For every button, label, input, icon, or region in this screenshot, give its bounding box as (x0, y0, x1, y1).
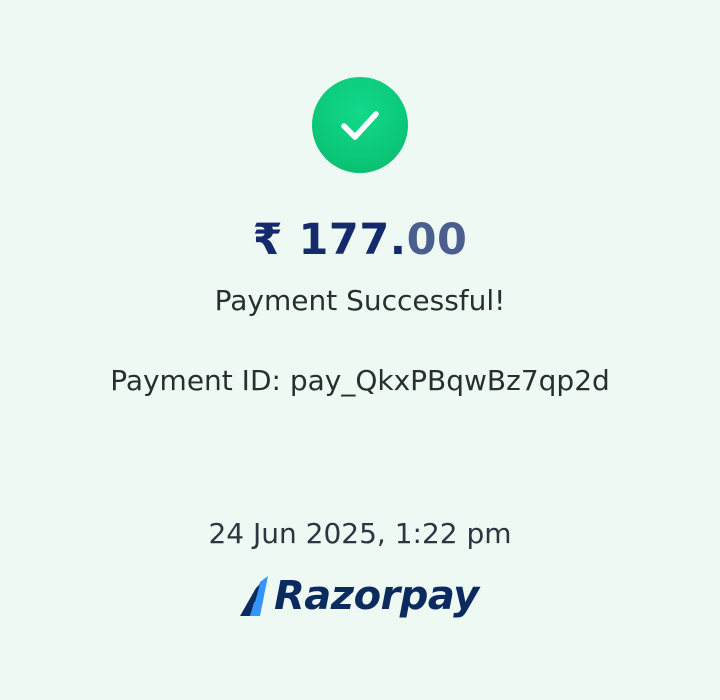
amount-whole: 177. (298, 215, 407, 265)
razorpay-logo-icon (240, 576, 268, 616)
payment-id-text: Payment ID: pay_QkxPBqwBz7qp2d (110, 364, 610, 397)
payment-success-screen: ₹ 177.00 Payment Successful! Payment ID:… (0, 0, 720, 700)
currency-symbol: ₹ (252, 215, 283, 265)
success-checkmark-icon (312, 77, 408, 173)
brand-name: Razorpay (274, 573, 479, 619)
razorpay-logo: Razorpay (238, 568, 479, 624)
amount-fraction: 00 (406, 215, 468, 265)
checkmark-icon (341, 111, 379, 140)
payment-amount: ₹ 177.00 (0, 210, 720, 270)
payment-status-text: Payment Successful! (214, 284, 506, 317)
payment-datetime: 24 Jun 2025, 1:22 pm (208, 517, 512, 550)
